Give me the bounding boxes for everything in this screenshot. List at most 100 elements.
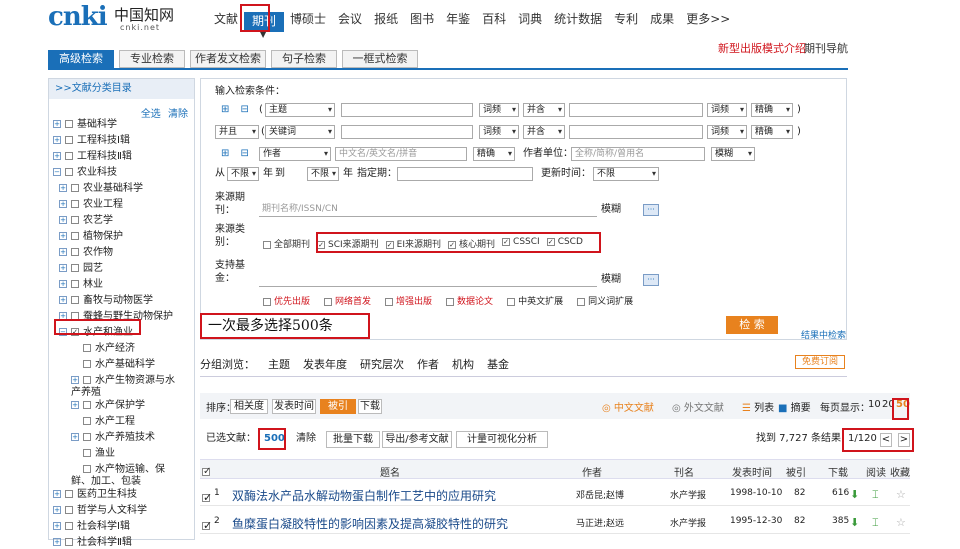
per-page-10[interactable]: 10 (868, 399, 881, 410)
tab-advanced-search[interactable]: 高级检索 (48, 50, 114, 68)
category-checkbox[interactable] (71, 280, 79, 288)
expand-toggle-icon[interactable]: + (53, 152, 61, 160)
table-row[interactable]: ✓ 2 鱼糜蛋白凝胶特性的影响因素及提高凝胶特性的研究 马正进;赵远 水产学报 … (200, 510, 910, 534)
sidebar-item[interactable]: + 工程科技Ⅰ辑 (53, 135, 130, 147)
expand-toggle-icon[interactable]: + (59, 232, 67, 240)
clear-link[interactable]: 清除 (168, 109, 188, 120)
sidebar-item[interactable]: 水产经济 (71, 343, 135, 355)
expand-toggle-icon[interactable]: + (71, 433, 79, 441)
col-favorite[interactable]: 收藏 (890, 464, 910, 479)
option-checkbox[interactable] (446, 297, 455, 306)
read-icon[interactable]: ⌶ (872, 488, 879, 502)
tab-professional-search[interactable]: 专业检索 (119, 50, 185, 68)
date-input[interactable] (397, 167, 533, 181)
row2-bool-select[interactable]: 并且 (215, 125, 259, 139)
nav-item-newspapers[interactable]: 报纸 (368, 12, 404, 32)
group-year[interactable]: 发表年度 (303, 356, 347, 372)
bulk-download-button[interactable]: 批量下载 (326, 431, 380, 448)
expand-toggle-icon[interactable]: + (59, 296, 67, 304)
extra-option[interactable]: 数据论文 (446, 294, 493, 307)
col-author[interactable]: 作者 (582, 464, 602, 479)
select-all-link[interactable]: 全选 (141, 109, 161, 120)
nav-item-theses[interactable]: 博硕士 (284, 12, 332, 32)
nav-item-dictionary[interactable]: 词典 (512, 12, 548, 32)
category-checkbox[interactable] (71, 184, 79, 192)
tab-one-box-search[interactable]: 一框式检索 (342, 50, 418, 68)
option-checkbox[interactable] (324, 297, 333, 306)
view-list[interactable]: ☰ 列表 (742, 399, 774, 414)
category-checkbox[interactable] (65, 538, 73, 546)
option-checkbox[interactable] (263, 297, 271, 306)
col-date[interactable]: 发表时间 (732, 464, 772, 479)
row1-term-input[interactable] (341, 103, 473, 117)
lang-chinese[interactable]: ◎ 中文文献 (602, 399, 654, 414)
row-cited[interactable]: 82 (794, 516, 805, 526)
sidebar-item[interactable]: + 园艺 (59, 263, 103, 275)
category-checkbox[interactable] (65, 522, 73, 530)
row1-logic-select[interactable]: 并含 (523, 103, 565, 117)
expand-toggle-icon[interactable]: + (59, 248, 67, 256)
extra-option[interactable]: 中英文扩展 (507, 294, 563, 307)
source-journal-input[interactable]: 期刊名称/ISSN/CN (259, 203, 597, 217)
row-author[interactable]: 马正进;赵远 (576, 516, 624, 529)
sidebar-item[interactable]: + 农艺学 (59, 215, 113, 227)
expand-toggle-icon[interactable]: + (53, 538, 61, 546)
row2-freq2-select[interactable]: 词频 (707, 125, 747, 139)
nav-item-books[interactable]: 图书 (404, 12, 440, 32)
row-author[interactable]: 邓岳昆;赵博 (576, 488, 624, 501)
row2-term2-input[interactable] (569, 125, 703, 139)
extra-option[interactable]: 网络首发 (324, 294, 371, 307)
category-checkbox[interactable] (65, 152, 73, 160)
search-button[interactable]: 检 索 (726, 316, 778, 334)
author-org-input[interactable]: 全称/简称/曾用名 (571, 147, 705, 161)
sidebar-header[interactable]: >>文献分类目录 (49, 79, 194, 99)
category-checkbox[interactable] (71, 200, 79, 208)
group-fund[interactable]: 基金 (487, 356, 509, 372)
category-checkbox[interactable] (83, 360, 91, 368)
col-read[interactable]: 阅读 (866, 464, 886, 479)
nav-item-encyclopedia[interactable]: 百科 (476, 12, 512, 32)
row-title-link[interactable]: 鱼糜蛋白凝胶特性的影响因素及提高凝胶特性的研究 (232, 515, 508, 532)
group-subject[interactable]: 主题 (268, 356, 290, 372)
category-checkbox[interactable] (83, 376, 91, 384)
expand-toggle-icon[interactable]: + (53, 522, 61, 530)
extra-option[interactable]: 优先出版 (263, 294, 310, 307)
row-journal[interactable]: 水产学报 (670, 488, 706, 501)
sidebar-item[interactable]: + 农业基础科学 (59, 183, 143, 195)
expand-toggle-icon[interactable]: + (53, 506, 61, 514)
expand-toggle-icon[interactable]: + (53, 490, 61, 498)
author-name-input[interactable]: 中文名/英文名/拼音 (335, 147, 467, 161)
expand-toggle-icon[interactable]: + (71, 401, 79, 409)
col-cited[interactable]: 被引 (786, 464, 806, 479)
sidebar-item[interactable]: − 农业科技 (53, 167, 117, 179)
row-downloads[interactable]: 385 (832, 516, 849, 526)
row-downloads[interactable]: 616 (832, 488, 849, 498)
row1-term2-input[interactable] (569, 103, 703, 117)
sidebar-item[interactable]: + 林业 (59, 279, 103, 291)
expand-toggle-icon[interactable]: + (59, 216, 67, 224)
clear-selection-link[interactable]: 清除 (296, 432, 316, 446)
expand-toggle-icon[interactable]: + (59, 280, 67, 288)
category-checkbox[interactable] (83, 401, 91, 409)
favorite-star-icon[interactable]: ☆ (896, 488, 906, 501)
category-checkbox[interactable] (71, 248, 79, 256)
download-icon[interactable]: ⬇ (850, 488, 859, 501)
nav-item-achievements[interactable]: 成果 (644, 12, 680, 32)
nav-item-statistics[interactable]: 统计数据 (548, 12, 608, 32)
category-checkbox[interactable] (71, 264, 79, 272)
row1-freq2-select[interactable]: 词频 (707, 103, 747, 117)
table-row[interactable]: ✓ 1 双酶法水产品水解动物蛋白制作工艺中的应用研究 邓岳昆;赵博 水产学报 1… (200, 482, 910, 506)
read-icon[interactable]: ⌶ (872, 516, 879, 530)
expand-toggle-icon[interactable]: + (53, 120, 61, 128)
sidebar-item[interactable]: + 医药卫生科技 (53, 489, 137, 501)
nav-item-yearbooks[interactable]: 年鉴 (440, 12, 476, 32)
nav-item-conferences[interactable]: 会议 (332, 12, 368, 32)
col-downloads[interactable]: 下载 (828, 464, 848, 479)
org-precision-select[interactable]: 模糊 (711, 147, 755, 161)
sort-cited[interactable]: 被引 (320, 399, 356, 414)
sidebar-item[interactable]: + 农作物 (59, 247, 113, 259)
group-author[interactable]: 作者 (417, 356, 439, 372)
group-level[interactable]: 研究层次 (360, 356, 404, 372)
expand-toggle-icon[interactable]: − (53, 168, 61, 176)
expand-toggle-icon[interactable]: + (59, 200, 67, 208)
